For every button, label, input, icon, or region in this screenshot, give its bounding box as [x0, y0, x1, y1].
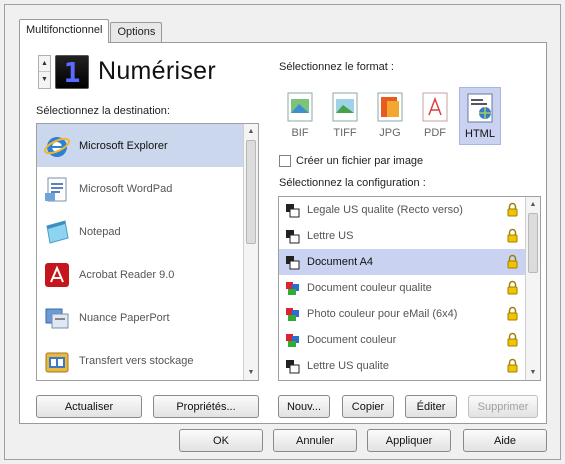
list-item[interactable]: Microsoft WordPad — [37, 167, 258, 210]
list-item[interactable]: Photo couleur pour eMail (6x4) — [279, 301, 540, 327]
ok-button[interactable]: OK — [179, 429, 263, 452]
cancel-button[interactable]: Annuler — [273, 429, 357, 452]
tab-multifonctionnel[interactable]: Multifonctionnel — [19, 19, 110, 43]
lock-icon — [507, 202, 518, 217]
scroll-thumb[interactable] — [246, 140, 256, 244]
format-bif[interactable]: BIF — [279, 87, 321, 145]
html-file-icon — [467, 93, 493, 123]
list-item-label: Legale US qualite (Recto verso) — [307, 204, 463, 216]
scroll-thumb[interactable] — [528, 213, 538, 273]
format-label: Sélectionnez le format : — [279, 61, 394, 73]
list-item-label: Document couleur — [307, 334, 397, 346]
configuration-scrollbar[interactable]: ▲ ▼ — [525, 197, 540, 380]
lock-icon — [507, 280, 518, 295]
list-item[interactable]: Nuance PaperPort — [37, 296, 258, 339]
format-jpg-label: JPG — [379, 127, 401, 139]
configuration-label: Sélectionnez la configuration : — [279, 177, 426, 189]
list-item-label: Microsoft Explorer — [79, 139, 168, 152]
format-selector: BIF TIFF JPG PDF HTML — [279, 87, 504, 145]
destination-scrollbar[interactable]: ▲ ▼ — [243, 124, 258, 380]
list-item[interactable]: Transfert vers stockage — [37, 339, 258, 380]
scroll-down-icon[interactable]: ▼ — [244, 365, 258, 380]
bw-scanner-icon — [286, 359, 300, 373]
list-item[interactable]: Lettre US qualite — [279, 353, 540, 379]
list-item-label: Notepad — [79, 225, 121, 238]
destination-spinner[interactable]: ▲ ▼ — [38, 55, 51, 89]
list-item-label: Document couleur qualite — [307, 282, 432, 294]
apply-button[interactable]: Appliquer — [367, 429, 451, 452]
list-item[interactable]: Microsoft Explorer — [37, 124, 258, 167]
list-item-label: Lettre US qualite — [307, 360, 389, 372]
lock-icon — [507, 306, 518, 321]
format-tiff-label: TIFF — [333, 127, 357, 139]
wordpad-icon — [45, 177, 67, 201]
bw-scanner-icon — [286, 203, 300, 217]
lock-icon — [507, 254, 518, 269]
list-item-label: Transfert vers stockage — [79, 354, 194, 367]
bw-scanner-icon — [286, 229, 300, 243]
jpg-file-icon — [377, 92, 403, 122]
help-button[interactable]: Aide — [463, 429, 547, 452]
format-html[interactable]: HTML — [459, 87, 501, 145]
lock-icon — [507, 228, 518, 243]
spinner-down-icon[interactable]: ▼ — [39, 72, 50, 88]
color-scanner-icon — [286, 307, 299, 321]
new-config-button[interactable]: Nouv... — [278, 395, 330, 418]
one-file-per-image-option[interactable]: Créer un fichier par image — [279, 155, 423, 167]
format-html-label: HTML — [465, 128, 495, 140]
list-item-label: Acrobat Reader 9.0 — [79, 268, 175, 281]
color-scanner-icon — [286, 333, 299, 347]
list-item[interactable]: Acrobat Reader 9.0 — [37, 253, 258, 296]
bw-scanner-icon — [286, 255, 300, 269]
notepad-icon — [46, 219, 69, 244]
list-item-label: Document A4 — [307, 256, 374, 268]
paperport-icon — [45, 308, 69, 328]
one-file-per-image-checkbox[interactable] — [279, 155, 291, 167]
lock-icon — [507, 358, 518, 373]
list-item-label: Microsoft WordPad — [79, 182, 173, 195]
tab-options[interactable]: Options — [110, 22, 163, 43]
list-item[interactable]: Document couleur — [279, 327, 540, 353]
format-pdf[interactable]: PDF — [414, 87, 456, 145]
acrobat-icon — [45, 262, 69, 287]
list-item[interactable]: Notepad — [37, 210, 258, 253]
scan-title: Numériser — [98, 57, 216, 85]
tiff-file-icon — [332, 92, 358, 122]
copy-config-button[interactable]: Copier — [342, 395, 394, 418]
checkbox-label: Créer un fichier par image — [296, 155, 424, 167]
list-item[interactable]: Lettre US — [279, 223, 540, 249]
lock-icon — [507, 332, 518, 347]
list-item[interactable]: Legale US qualite (Recto verso) — [279, 197, 540, 223]
destination-list[interactable]: Microsoft Explorer Microsoft WordPad Not… — [36, 123, 259, 381]
list-item-label: Nuance PaperPort — [79, 311, 170, 324]
scroll-down-icon[interactable]: ▼ — [526, 365, 540, 380]
bmp-file-icon — [287, 92, 313, 122]
spinner-up-icon[interactable]: ▲ — [39, 56, 50, 72]
tab-panel: ▲ ▼ 1 Numériser Sélectionnez la destinat… — [19, 42, 547, 424]
configuration-list[interactable]: Legale US qualite (Recto verso) Lettre U… — [278, 196, 541, 381]
destination-label: Sélectionnez la destination: — [36, 105, 170, 117]
tab-bar: Multifonctionnel Options — [19, 19, 163, 43]
ie-icon — [44, 136, 70, 157]
list-item[interactable]: Document couleur qualite — [279, 275, 540, 301]
properties-button[interactable]: Propriétés... — [153, 395, 259, 418]
scan-dialog: Multifonctionnel Options ▲ ▼ 1 Numériser… — [4, 4, 561, 460]
list-item-label: Photo couleur pour eMail (6x4) — [307, 308, 458, 320]
pdf-file-icon — [422, 92, 448, 122]
list-item[interactable]: Document A4 — [279, 249, 540, 275]
refresh-button[interactable]: Actualiser — [36, 395, 142, 418]
format-bif-label: BIF — [291, 127, 309, 139]
color-scanner-icon — [286, 281, 299, 295]
scroll-up-icon[interactable]: ▲ — [244, 124, 258, 139]
format-pdf-label: PDF — [424, 127, 446, 139]
format-tiff[interactable]: TIFF — [324, 87, 366, 145]
edit-config-button[interactable]: Éditer — [405, 395, 457, 418]
scroll-up-icon[interactable]: ▲ — [526, 197, 540, 212]
format-jpg[interactable]: JPG — [369, 87, 411, 145]
button-number-display: 1 — [55, 55, 89, 89]
delete-config-button[interactable]: Supprimer — [468, 395, 538, 418]
storage-icon — [45, 352, 69, 372]
list-item-label: Lettre US — [307, 230, 354, 242]
